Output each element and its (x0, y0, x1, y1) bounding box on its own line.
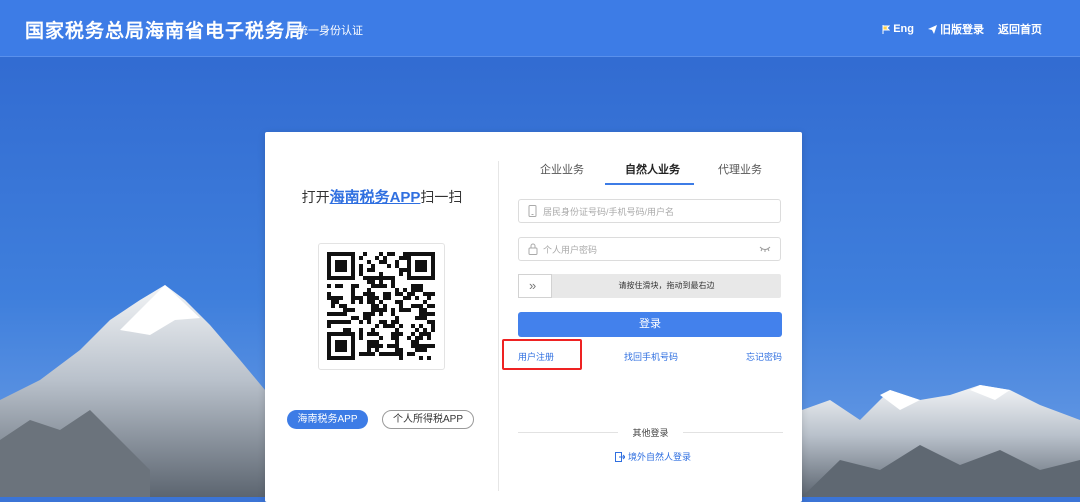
language-icon (882, 24, 891, 34)
slider-instruction: 请按住滑块，拖动到最右边 (618, 281, 715, 290)
scan-instruction: 打开海南税务APP扫一扫 (265, 186, 499, 207)
phone-icon (528, 205, 537, 217)
id-input[interactable] (541, 203, 755, 221)
login-card: 打开海南税务APP扫一扫 海南税务APP 个人所得税APP 企业业务 自然人业务… (265, 132, 802, 502)
scan-suffix: 扫一扫 (420, 189, 463, 205)
slider-captcha: » 请按住滑块，拖动到最右边 (518, 274, 781, 298)
scan-prefix: 打开 (301, 189, 330, 205)
return-home-label: 返回首页 (998, 24, 1042, 36)
site-title: 国家税务总局海南省电子税务局 (25, 21, 306, 42)
register-highlight-box (502, 339, 582, 370)
overseas-login-link[interactable]: 境外自然人登录 (615, 450, 691, 463)
qr-code-box (318, 243, 445, 370)
header-separator (288, 22, 289, 36)
tab-enterprise[interactable]: 企业业务 (540, 161, 584, 177)
qr-panel: 打开海南税务APP扫一扫 海南税务APP 个人所得税APP (265, 132, 499, 502)
id-field (518, 199, 781, 223)
other-login-divider: 其他登录 (518, 426, 783, 438)
forgot-password-link[interactable]: 忘记密码 (746, 350, 782, 363)
header-nav: Eng 旧版登录 返回首页 (882, 21, 1042, 37)
active-tab-indicator (605, 183, 694, 185)
lock-icon (528, 243, 538, 255)
tab-agent[interactable]: 代理业务 (718, 161, 762, 177)
top-header: 国家税务总局海南省电子税务局 统一身份认证 Eng 旧版登录 返回首页 (0, 0, 1080, 57)
login-exit-icon (615, 451, 625, 462)
panel-divider (498, 161, 499, 491)
login-form-panel: 企业业务 自然人业务 代理业务 » 请按住滑块，拖动到最右边 登录 用户注册 找… (518, 132, 783, 502)
slider-handle[interactable]: » (518, 274, 552, 298)
login-button[interactable]: 登录 (518, 312, 782, 337)
password-input[interactable] (541, 241, 755, 259)
qr-code (327, 252, 435, 360)
return-home-link[interactable]: 返回首页 (998, 21, 1042, 37)
language-label: Eng (893, 23, 914, 35)
eye-closed-icon[interactable] (759, 246, 771, 252)
login-tabs: 企业业务 自然人业务 代理业务 (518, 161, 783, 185)
password-field (518, 237, 781, 261)
old-version-login-link[interactable]: 旧版登录 (928, 21, 984, 37)
recover-phone-link[interactable]: 找回手机号码 (624, 350, 678, 363)
send-icon (928, 24, 937, 34)
double-chevron-right-icon: » (529, 278, 537, 293)
overseas-login-label: 境外自然人登录 (628, 452, 692, 462)
site-subtitle: 统一身份认证 (297, 25, 363, 37)
old-version-login-label: 旧版登录 (940, 24, 984, 36)
scan-app-name: 海南税务APP (329, 189, 421, 206)
other-login-label: 其他登录 (632, 428, 669, 438)
hainan-tax-app-button[interactable]: 海南税务APP (287, 410, 368, 429)
personal-income-tax-app-button[interactable]: 个人所得税APP (382, 410, 474, 429)
tab-individual[interactable]: 自然人业务 (625, 161, 680, 177)
language-switch[interactable]: Eng (882, 21, 914, 37)
